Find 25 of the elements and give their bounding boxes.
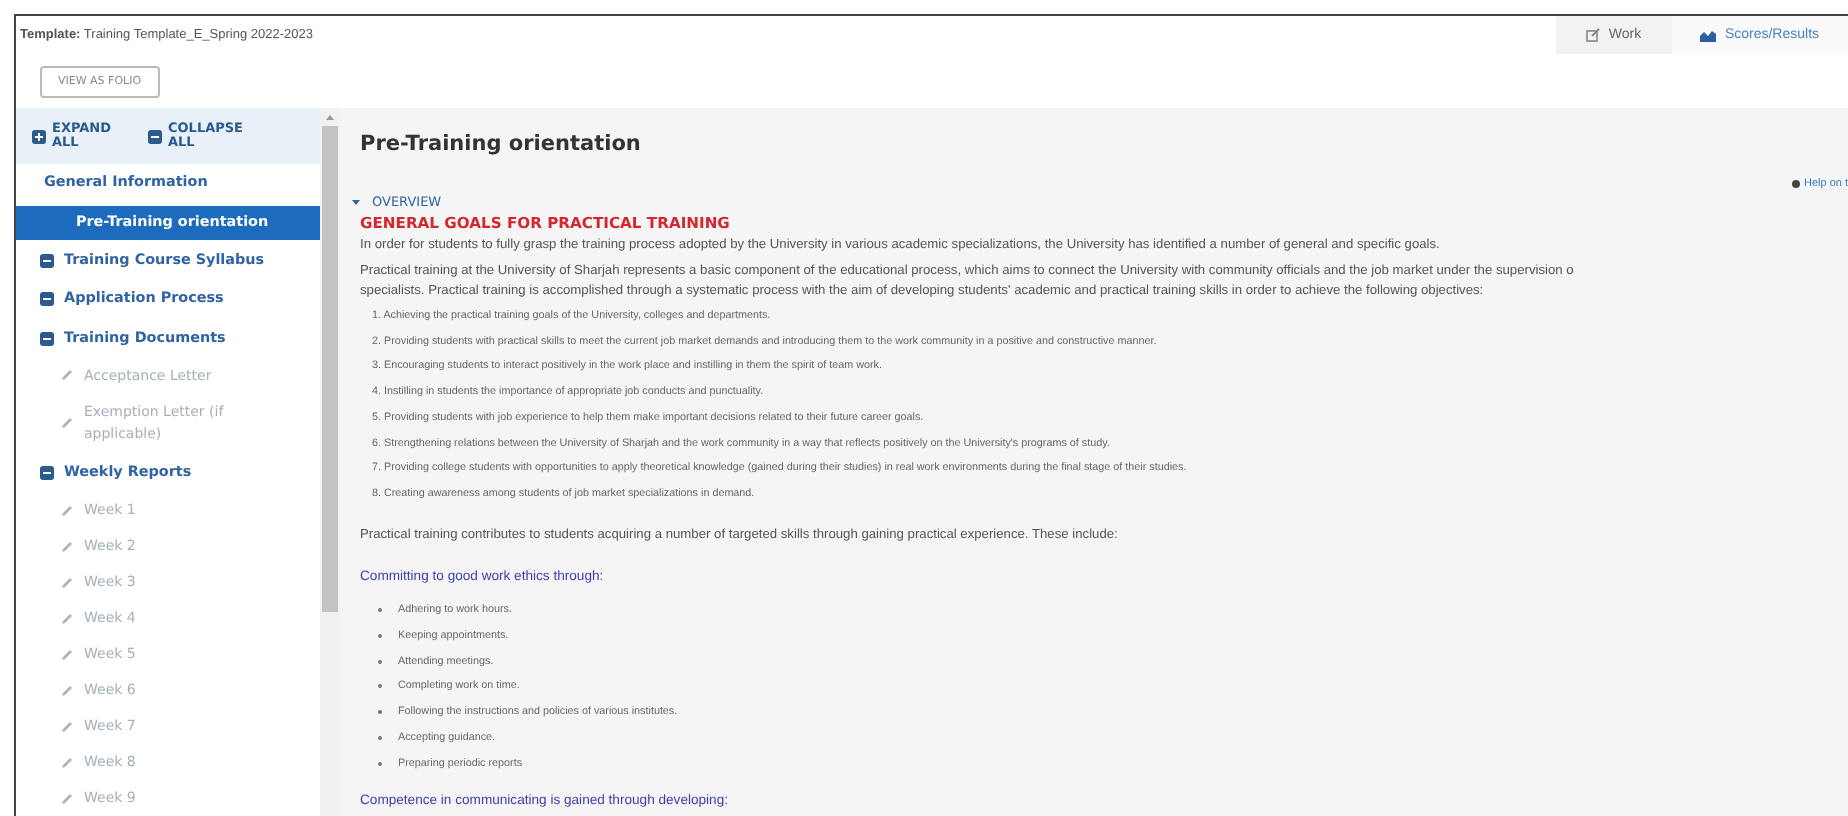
pencil-icon (60, 504, 74, 519)
caret-down-icon (352, 198, 360, 206)
pencil-icon (60, 791, 74, 806)
area-chart-icon (1700, 29, 1717, 41)
minus-square-icon (148, 129, 162, 144)
scrollbar-thumb[interactable] (322, 126, 338, 612)
minus-square-icon (40, 466, 54, 481)
pencil-icon (60, 368, 74, 383)
minus-square-icon (40, 292, 54, 307)
pencil-icon (60, 611, 74, 626)
page-title: Pre-Training orientation (360, 130, 643, 158)
pencil-icon (60, 416, 74, 431)
minus-square-icon (40, 331, 54, 346)
pencil-icon (60, 683, 74, 698)
scroll-up-icon[interactable] (324, 112, 336, 122)
pencil-icon (60, 575, 74, 590)
pencil-icon (60, 719, 74, 734)
pencil-icon (60, 539, 74, 554)
pencil-icon (60, 647, 74, 662)
scrollbar[interactable] (320, 108, 340, 816)
edit-icon (1586, 28, 1601, 42)
help-icon (1791, 180, 1800, 188)
plus-square-icon (32, 129, 46, 144)
minus-square-icon (40, 253, 54, 268)
pencil-icon (60, 755, 74, 770)
